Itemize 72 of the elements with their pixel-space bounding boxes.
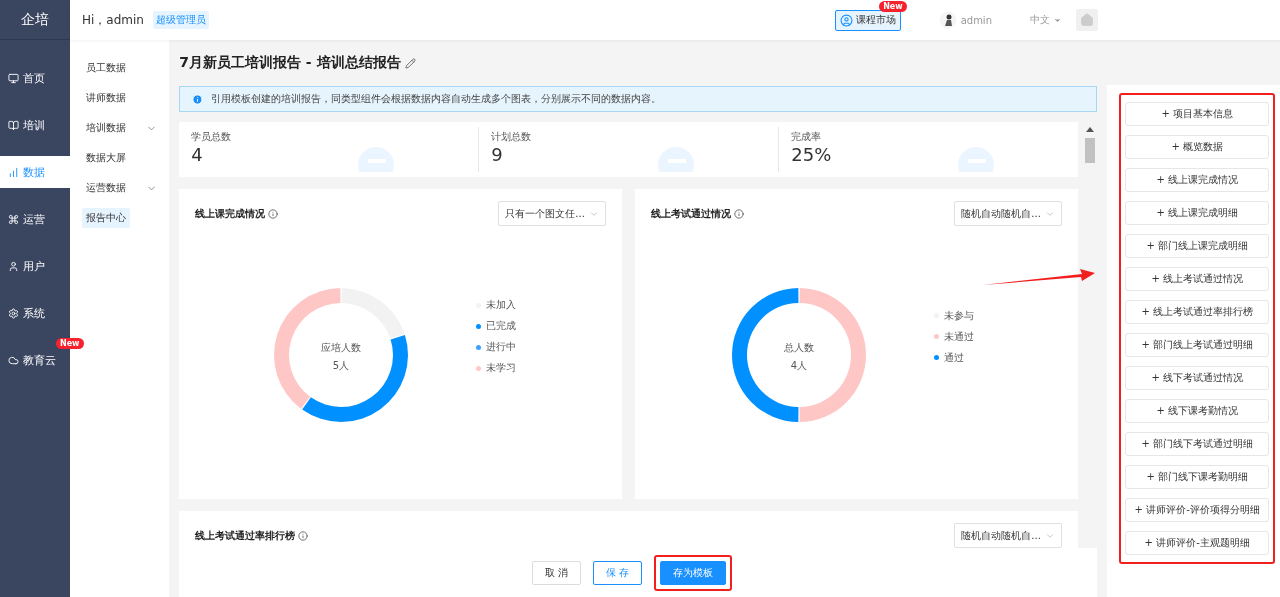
info-icon[interactable] (298, 530, 309, 541)
settings-icon (8, 307, 19, 319)
edit-icon[interactable] (404, 57, 416, 69)
bar-chart-icon (8, 166, 19, 178)
new-badge: New (56, 338, 84, 349)
add-component-button[interactable]: + 线下考试通过情况 (1125, 366, 1269, 390)
add-component-button[interactable]: + 线上课完成情况 (1125, 168, 1269, 192)
add-component-button[interactable]: + 线下课考勤情况 (1125, 399, 1269, 423)
legend-item: 未加入 (476, 298, 517, 312)
add-component-button[interactable]: + 项目基本信息 (1125, 102, 1269, 126)
chart-title: 线上考试通过率排行榜 (195, 528, 309, 543)
add-component-button[interactable]: + 讲师评价-主观题明细 (1125, 531, 1269, 555)
legend-item: 通过 (934, 350, 975, 365)
nav-item[interactable]: 用户 (0, 250, 70, 282)
add-component-button[interactable]: + 线上考试通过率排行榜 (1125, 300, 1269, 324)
stat-label: 学员总数 (191, 130, 233, 144)
user-icon (8, 260, 19, 272)
chart-select[interactable]: 随机自动随机自... (954, 523, 1063, 548)
subnav-item[interactable]: 培训数据 (82, 118, 130, 138)
home-icon (1080, 13, 1094, 27)
avatar-icon[interactable] (938, 11, 957, 29)
notice-text: 引用模板创建的培训报告，同类型组件会根据数据内容自动生成多个图表，分别展示不同的数据内容。 (211, 92, 662, 106)
home-button[interactable] (1076, 9, 1098, 31)
add-component-button[interactable]: + 部门线上考试通过明细 (1125, 333, 1269, 357)
greeting: Hi，admin (82, 11, 144, 29)
donut-center-label: 应培人数 (321, 341, 362, 353)
subnav-item[interactable]: 运营数据 (82, 178, 130, 198)
stat-label: 计划总数 (491, 130, 533, 144)
chart-title: 线上考试通过情况 (651, 206, 745, 221)
donut-center-value: 5人 (333, 359, 350, 371)
nav-item[interactable]: 首页 (0, 62, 70, 94)
legend-item: 未学习 (476, 361, 517, 375)
add-component-button[interactable]: + 部门线下课考勤明细 (1125, 465, 1269, 489)
add-component-button[interactable]: + 概览数据 (1125, 135, 1269, 159)
course-market-button[interactable]: 课程市场 (834, 9, 901, 31)
market-icon (839, 13, 853, 27)
chart-title: 线上课完成情况 (195, 206, 279, 221)
info-icon (192, 93, 204, 105)
subnav-item[interactable]: 讲师数据 (82, 88, 130, 108)
add-component-button[interactable]: + 部门线下考试通过明细 (1125, 432, 1269, 456)
add-component-button[interactable]: + 部门线上课完成明细 (1125, 234, 1269, 258)
info-icon[interactable] (268, 208, 279, 219)
cancel-button[interactable]: 取 消 (532, 560, 582, 585)
subnav-item[interactable]: 报告中心 (82, 208, 130, 228)
nav-item[interactable]: 运营 (0, 203, 70, 235)
add-component-button[interactable]: + 讲师评价-评价项得分明细 (1125, 498, 1269, 522)
add-component-button[interactable]: + 线上课完成明细 (1125, 201, 1269, 225)
role-tag: 超级管理员 (152, 11, 209, 29)
donut-center-value: 4人 (791, 359, 808, 371)
info-icon[interactable] (734, 208, 745, 219)
donut-center-label: 总人数 (784, 341, 815, 353)
chart-select[interactable]: 随机自动随机自... (954, 201, 1063, 226)
monitor-icon (8, 72, 19, 84)
subnav-item[interactable]: 员工数据 (82, 58, 130, 78)
subnav-item[interactable]: 数据大屏 (82, 148, 130, 168)
legend-item: 已完成 (476, 319, 517, 333)
legend-item: 进行中 (476, 340, 517, 354)
book-icon (8, 119, 19, 131)
new-badge: New (879, 0, 907, 12)
stat-label: 完成率 (791, 130, 823, 144)
cloud-icon (8, 354, 19, 366)
nav-item[interactable]: 系统 (0, 297, 70, 329)
stat-value: 25% (791, 144, 832, 165)
chart-select[interactable]: 只有一个图文任... (498, 201, 607, 226)
stat-value: 4 (191, 144, 203, 165)
stat-value: 9 (491, 144, 503, 165)
add-component-button[interactable]: + 线上考试通过情况 (1125, 267, 1269, 291)
nav-item[interactable]: 培训 (0, 109, 70, 141)
report-title: 7月新员工培训报告 - 培训总结报告 (179, 54, 401, 72)
command-icon (8, 213, 19, 225)
legend-item: 未通过 (934, 329, 975, 344)
legend-item: 未参与 (934, 308, 975, 323)
